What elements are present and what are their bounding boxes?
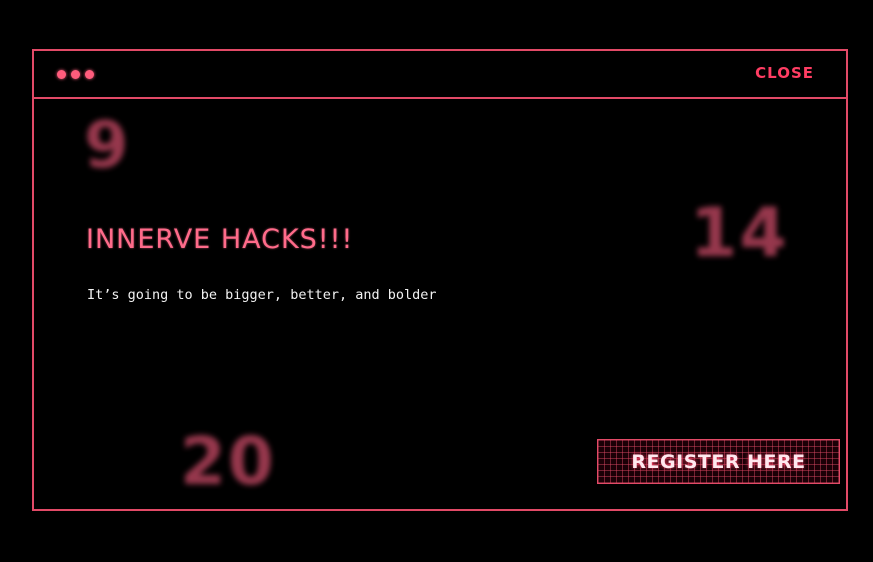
popup-window: CLOSE 9 14 20 INNERVE HACKS!!! It’s goin… — [32, 49, 848, 511]
dot-icon — [71, 70, 80, 79]
page: CLOSE 9 14 20 INNERVE HACKS!!! It’s goin… — [0, 0, 873, 562]
decorative-number: 20 — [180, 423, 276, 500]
register-button[interactable]: REGISTER HERE — [597, 439, 840, 484]
window-titlebar: CLOSE — [34, 51, 846, 99]
decorative-number: 9 — [84, 109, 131, 183]
dot-icon — [57, 70, 66, 79]
close-button[interactable]: CLOSE — [755, 64, 814, 82]
tagline: It’s going to be bigger, better, and bol… — [87, 287, 437, 303]
page-title: INNERVE HACKS!!! — [86, 224, 354, 255]
window-controls — [57, 70, 94, 79]
dot-icon — [85, 70, 94, 79]
decorative-number: 14 — [690, 194, 789, 273]
